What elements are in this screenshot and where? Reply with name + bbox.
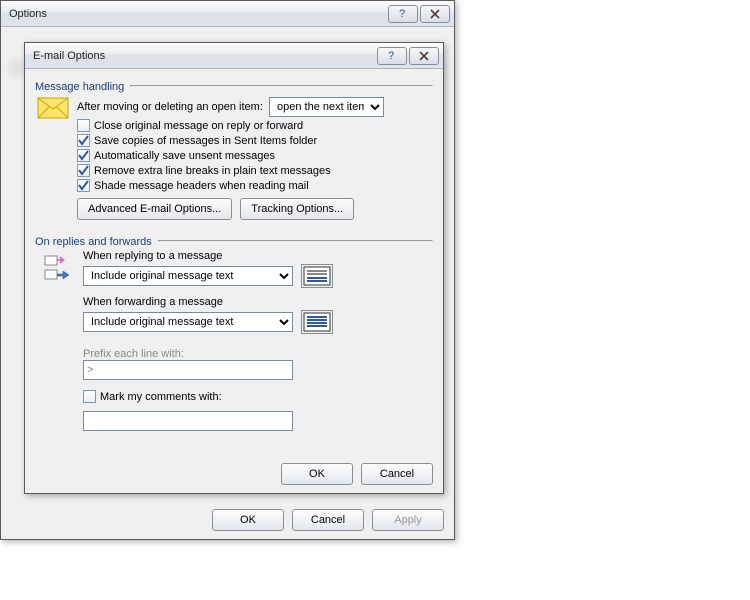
ok-button[interactable]: OK — [281, 463, 353, 485]
ok-button[interactable]: OK — [212, 509, 284, 531]
options-footer: OK Cancel Apply — [212, 509, 444, 531]
help-icon: ? — [398, 9, 408, 19]
email-options-dialog: E-mail Options ? Message handling — [24, 42, 444, 494]
cancel-button[interactable]: Cancel — [361, 463, 433, 485]
close-button[interactable] — [409, 47, 439, 65]
after-moving-select[interactable]: open the next item — [269, 97, 384, 117]
document-lines-icon — [303, 266, 331, 286]
help-icon: ? — [387, 51, 397, 61]
mark-comments-label: Mark my comments with: — [100, 391, 222, 403]
shade-headers-label: Shade message headers when reading mail — [94, 180, 309, 192]
email-options-title: E-mail Options — [33, 50, 377, 62]
cancel-button[interactable]: Cancel — [292, 509, 364, 531]
options-titlebar: Options ? — [1, 1, 454, 27]
group-message-handling: Message handling — [35, 77, 433, 95]
after-moving-label: After moving or deleting an open item: — [77, 101, 263, 113]
mark-comments-input — [83, 411, 293, 431]
group-replies-forwards: On replies and forwards — [35, 232, 433, 250]
close-icon — [430, 9, 440, 19]
remove-breaks-label: Remove extra line breaks in plain text m… — [94, 165, 331, 177]
when-replying-select[interactable]: Include original message text — [83, 266, 293, 286]
apply-button: Apply — [372, 509, 444, 531]
reply-forward-icon — [43, 252, 75, 284]
prefix-input — [83, 360, 293, 380]
autosave-checkbox[interactable] — [77, 149, 90, 162]
forward-style-preview — [301, 310, 333, 334]
when-forwarding-select[interactable]: Include original message text — [83, 312, 293, 332]
save-copies-label: Save copies of messages in Sent Items fo… — [94, 135, 317, 147]
when-replying-label: When replying to a message — [83, 250, 433, 262]
document-lines-icon — [303, 312, 331, 332]
tracking-options-button[interactable]: Tracking Options... — [240, 198, 354, 220]
save-copies-checkbox[interactable] — [77, 134, 90, 147]
reply-style-preview — [301, 264, 333, 288]
remove-breaks-checkbox[interactable] — [77, 164, 90, 177]
close-original-label: Close original message on reply or forwa… — [94, 120, 303, 132]
email-options-titlebar: E-mail Options ? — [25, 43, 443, 69]
autosave-label: Automatically save unsent messages — [94, 150, 275, 162]
options-title: Options — [9, 8, 388, 20]
help-button[interactable]: ? — [388, 5, 418, 23]
prefix-label: Prefix each line with: — [83, 348, 184, 360]
envelope-icon — [37, 97, 69, 119]
email-options-footer: OK Cancel — [281, 463, 433, 485]
when-forwarding-label: When forwarding a message — [83, 296, 433, 308]
shade-headers-checkbox[interactable] — [77, 179, 90, 192]
close-button[interactable] — [420, 5, 450, 23]
svg-text:?: ? — [399, 9, 405, 19]
help-button[interactable]: ? — [377, 47, 407, 65]
close-original-checkbox[interactable] — [77, 119, 90, 132]
svg-text:?: ? — [388, 51, 394, 61]
mark-comments-checkbox[interactable] — [83, 390, 96, 403]
close-icon — [419, 51, 429, 61]
advanced-email-options-button[interactable]: Advanced E-mail Options... — [77, 198, 232, 220]
